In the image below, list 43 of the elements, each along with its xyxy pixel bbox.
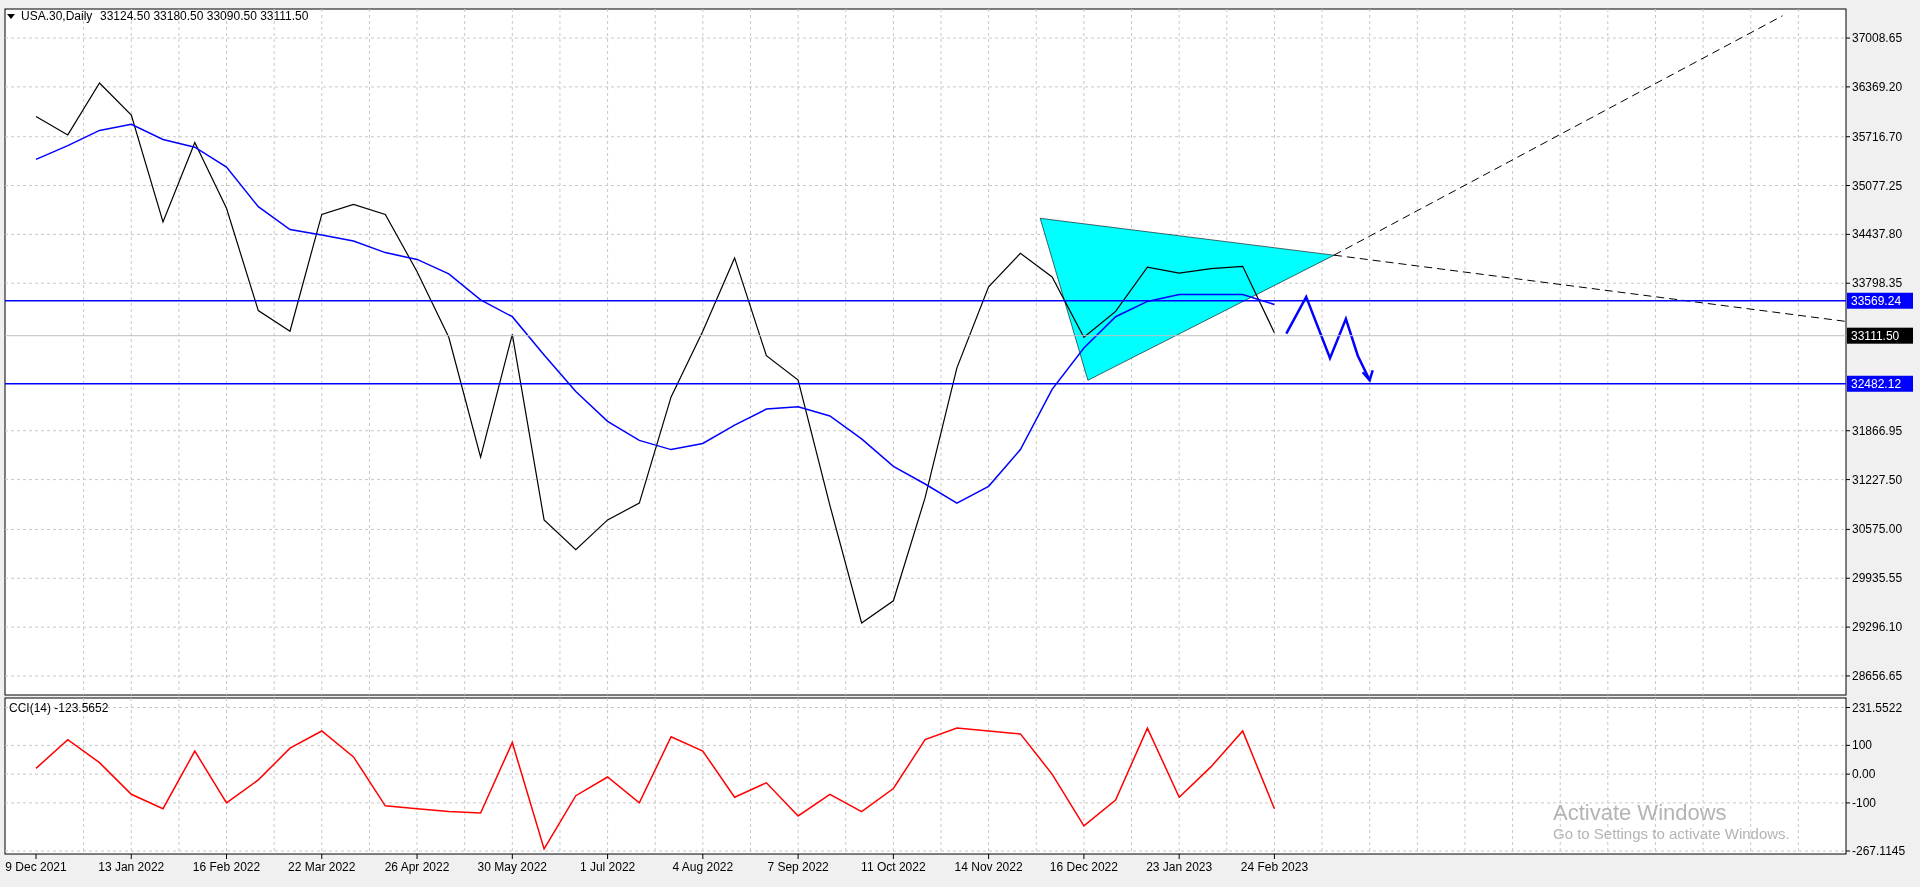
axis-label: 33798.35: [1852, 276, 1903, 291]
date-label: 24 Feb 2023: [1240, 860, 1309, 874]
axis-label: 231.5522: [1852, 700, 1903, 715]
axis-label: 35077.25: [1852, 178, 1903, 193]
axis-label: -267.1145: [1852, 844, 1906, 858]
axis-label: 100: [1852, 738, 1873, 753]
date-label: 22 Mar 2022: [288, 860, 356, 874]
date-label: 7 Sep 2022: [767, 860, 829, 874]
ref-line-label: 33111.50: [1851, 328, 1900, 343]
axis-label: 31866.95: [1852, 423, 1903, 438]
date-label: 4 Aug 2022: [672, 860, 734, 874]
date-label: 14 Nov 2022: [954, 860, 1023, 874]
axis-label: 29296.10: [1852, 620, 1903, 635]
axis-label: 0.00: [1852, 767, 1876, 782]
price-tag: 33569.24: [1847, 292, 1913, 309]
quote-values: 33124.50 33180.50 33090.50 33111.50: [100, 9, 309, 23]
date-label: 9 Dec 2021: [5, 860, 67, 874]
ref-line-label: 33569.24: [1851, 293, 1902, 308]
notice-title: Activate Windows: [1553, 800, 1728, 826]
ref-line-label: 32482.12: [1851, 376, 1902, 391]
chart-symbol: USA.30,Daily: [21, 9, 93, 23]
axis-label: -100: [1852, 795, 1877, 810]
axis-label: 28656.65: [1852, 668, 1903, 683]
date-label: 16 Dec 2022: [1049, 860, 1118, 874]
date-label: 26 Apr 2022: [384, 860, 450, 874]
axis-label: 29935.55: [1852, 571, 1903, 586]
date-label: 13 Jan 2022: [98, 860, 165, 874]
dropdown-triangle-icon[interactable]: [7, 14, 15, 19]
date-label: 1 Jul 2022: [579, 860, 636, 874]
date-label: 30 May 2022: [477, 860, 547, 874]
date-label: 23 Jan 2023: [1146, 860, 1213, 874]
price-tag: 32482.12: [1847, 375, 1913, 392]
indicator-label: CCI(14) -123.5652: [9, 701, 109, 715]
date-label: 16 Feb 2022: [192, 860, 261, 874]
price-tag: 33111.50: [1847, 327, 1913, 344]
axis-label: 34437.80: [1852, 227, 1903, 242]
axis-label: 36369.20: [1852, 79, 1903, 94]
axis-label: 37008.65: [1852, 31, 1903, 46]
notice-text: Go to Settings to activate Windows.: [1553, 825, 1790, 843]
axis-label: 31227.50: [1852, 472, 1903, 487]
axis-label: 35716.70: [1852, 129, 1903, 144]
axis-label: 30575.00: [1852, 522, 1903, 537]
date-label: 11 Oct 2022: [861, 860, 926, 874]
